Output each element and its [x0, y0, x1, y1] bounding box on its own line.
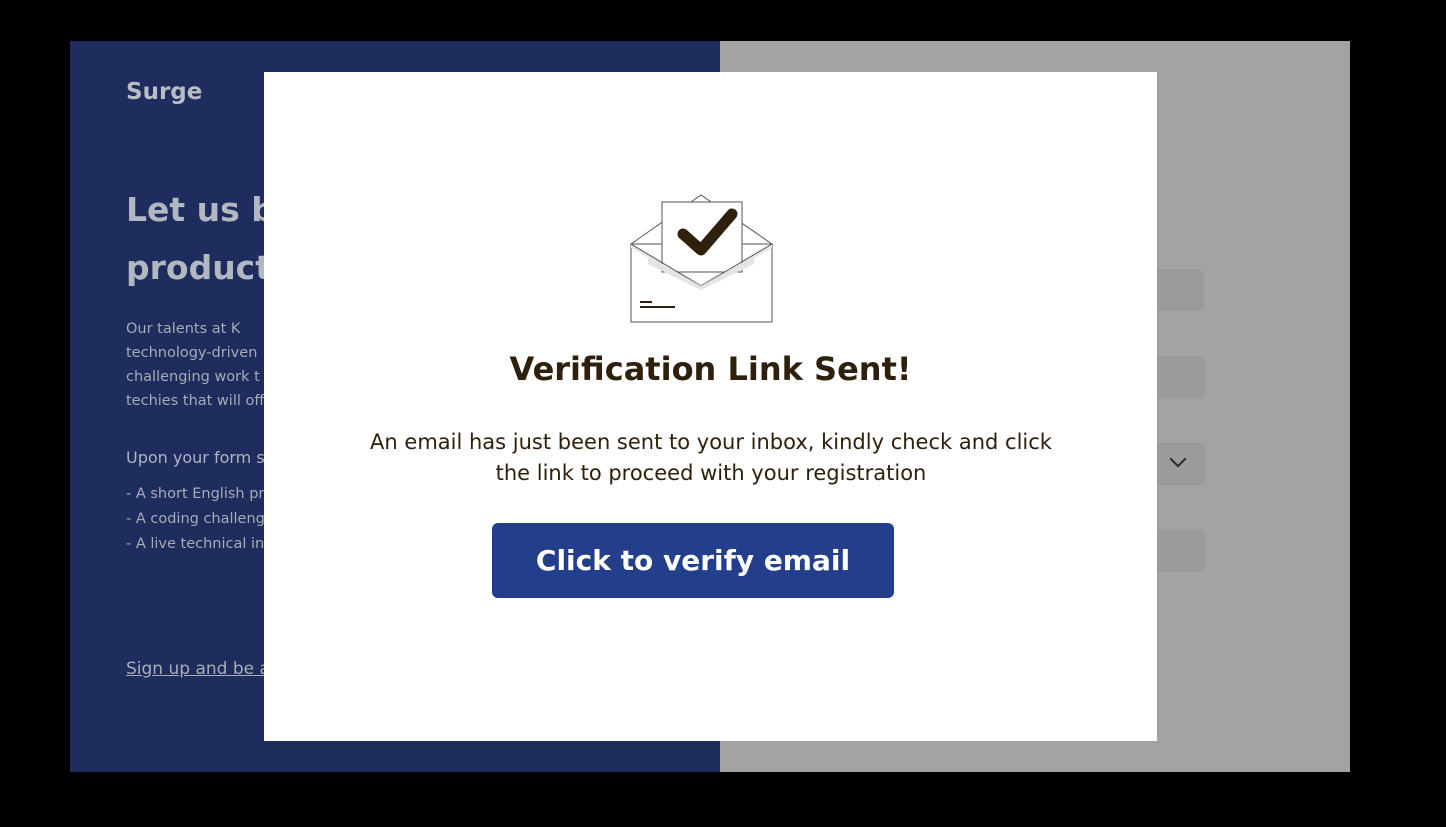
message-line: the link to proceed with your registrati… — [495, 461, 927, 485]
chevron-down-icon — [1169, 450, 1187, 468]
list-item: - A short English pr — [126, 486, 265, 502]
modal-title: Verification Link Sent! — [509, 350, 912, 388]
brand-logo: Surge — [126, 79, 203, 105]
signup-link[interactable]: Sign up and be a — [126, 659, 270, 679]
verification-modal: Verification Link Sent! An email has jus… — [264, 72, 1157, 741]
upon-heading: Upon your form s — [126, 448, 265, 467]
modal-message: An email has just been sent to your inbo… — [350, 427, 1072, 489]
list-item: - A coding challeng — [126, 511, 265, 527]
list-item: - A live technical in — [126, 536, 265, 552]
message-line: An email has just been sent to your inbo… — [370, 430, 1052, 454]
verify-email-button[interactable]: Click to verify email — [492, 523, 894, 598]
steps-list: - A short English pr - A coding challeng… — [126, 482, 265, 557]
envelope-check-icon — [630, 194, 774, 323]
